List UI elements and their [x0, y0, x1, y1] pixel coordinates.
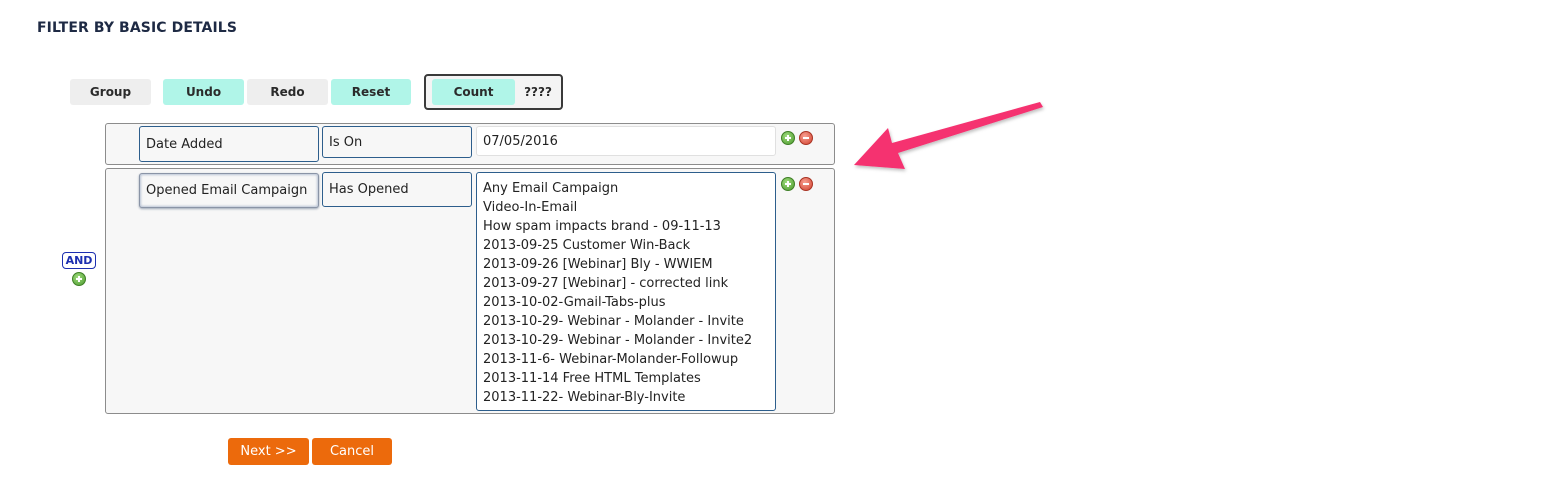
add-group-button[interactable] — [72, 272, 86, 286]
listbox-option[interactable]: 2013-09-25 Customer Win-Back — [483, 236, 775, 255]
rule-row: Date Added Is On 07/05/2016 — [105, 123, 835, 165]
listbox-option[interactable]: 2013-11-22- Webinar-Bly-Invite-Link — [483, 407, 775, 410]
and-operator-toggle[interactable]: AND — [62, 252, 96, 269]
next-button[interactable]: Next >> — [228, 438, 309, 465]
undo-button[interactable]: Undo — [163, 79, 244, 105]
remove-rule-button[interactable] — [799, 177, 813, 191]
count-button[interactable]: Count — [432, 79, 515, 105]
listbox-option[interactable]: 2013-10-29- Webinar - Molander - Invite — [483, 312, 775, 331]
rule-row: Opened Email Campaign Has Opened Any Ema… — [105, 168, 835, 414]
listbox-option[interactable]: 2013-09-27 [Webinar] - corrected link — [483, 274, 775, 293]
add-rule-button[interactable] — [781, 131, 795, 145]
listbox-option[interactable]: Video-In-Email — [483, 198, 775, 217]
add-rule-button[interactable] — [781, 177, 795, 191]
minus-icon — [803, 137, 809, 139]
listbox-option[interactable]: 2013-10-29- Webinar - Molander - Invite2 — [483, 331, 775, 350]
listbox-option[interactable]: 2013-11-14 Free HTML Templates — [483, 369, 775, 388]
rule-field-select[interactable]: Opened Email Campaign — [139, 173, 319, 208]
annotation-arrow-icon — [854, 102, 1043, 169]
plus-icon — [785, 181, 791, 187]
listbox-option[interactable]: How spam impacts brand - 09-11-13 — [483, 217, 775, 236]
rule-field-select[interactable]: Date Added — [139, 126, 319, 162]
listbox-option[interactable]: 2013-11-6- Webinar-Molander-Followup — [483, 350, 775, 369]
remove-rule-button[interactable] — [799, 131, 813, 145]
listbox-option[interactable]: 2013-09-26 [Webinar] Bly - WWIEM — [483, 255, 775, 274]
cancel-button[interactable]: Cancel — [312, 438, 392, 465]
plus-icon — [785, 135, 791, 141]
group-button[interactable]: Group — [70, 79, 151, 105]
rule-operator-select[interactable]: Has Opened — [322, 172, 472, 207]
rule-operator-select[interactable]: Is On — [322, 126, 472, 158]
reset-button[interactable]: Reset — [331, 79, 411, 105]
plus-icon — [76, 276, 82, 282]
listbox-option[interactable]: 2013-10-02-Gmail-Tabs-plus — [483, 293, 775, 312]
redo-button[interactable]: Redo — [247, 79, 328, 105]
count-panel: Count ???? — [424, 74, 563, 110]
count-value: ???? — [524, 85, 552, 99]
section-title: FILTER BY BASIC DETAILS — [37, 20, 238, 36]
listbox-option[interactable]: 2013-11-22- Webinar-Bly-Invite — [483, 388, 775, 407]
email-campaign-listbox[interactable]: Any Email Campaign Video-In-Email How spam… — [476, 172, 776, 411]
date-value-input[interactable]: 07/05/2016 — [476, 126, 776, 156]
listbox-option[interactable]: Any Email Campaign — [483, 179, 775, 198]
minus-icon — [803, 183, 809, 185]
